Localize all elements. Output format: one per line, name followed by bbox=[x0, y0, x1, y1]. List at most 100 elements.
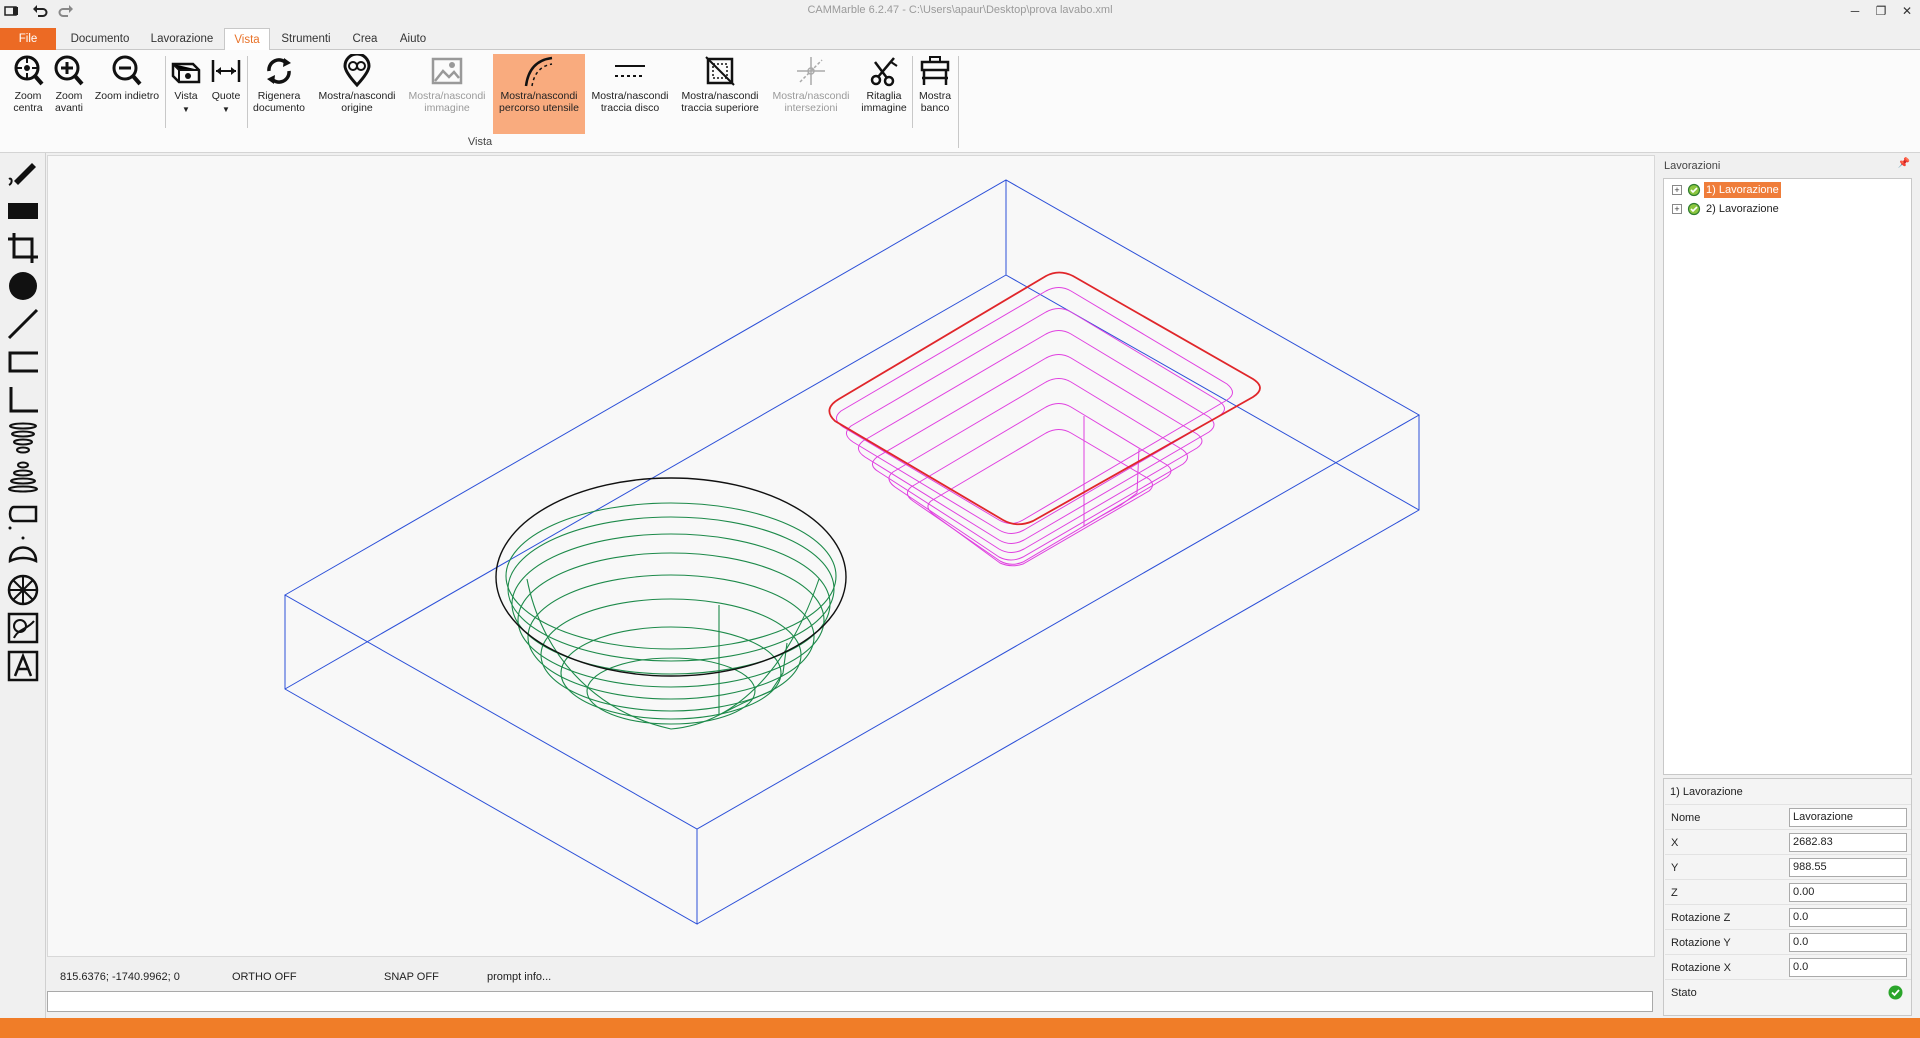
ribbon-tabs: File Documento Lavorazione Vista Strumen… bbox=[0, 28, 1920, 51]
x-field[interactable]: 2682.83 bbox=[1789, 833, 1907, 852]
title-bar: CAMMarble 6.2.47 - C:\Users\apaur\Deskto… bbox=[0, 0, 1920, 22]
property-row-rotazione-z: Rotazione Z 0.0 bbox=[1665, 904, 1911, 929]
snap-toggle[interactable]: SNAP OFF bbox=[384, 971, 439, 983]
property-key: Rotazione Y bbox=[1671, 937, 1731, 949]
y-field[interactable]: 988.55 bbox=[1789, 858, 1907, 877]
rotazione-y-field[interactable]: 0.0 bbox=[1789, 933, 1907, 952]
stacked-profile-tool[interactable] bbox=[6, 459, 40, 493]
radial-pattern-tool[interactable] bbox=[6, 573, 40, 607]
expand-icon[interactable]: + bbox=[1672, 204, 1682, 214]
close-button[interactable]: ✕ bbox=[1898, 2, 1916, 20]
zoom-in-button[interactable]: Zoom avanti bbox=[50, 54, 88, 134]
drawing-canvas[interactable] bbox=[47, 155, 1655, 957]
rotazione-x-field[interactable]: 0.0 bbox=[1789, 958, 1907, 977]
toggle-top-trace-button[interactable]: Mostra/nascondi traccia superiore bbox=[676, 54, 764, 134]
label: immagine bbox=[424, 102, 470, 114]
status-bar: 815.6376; -1740.9962; 0 ORTHO OFF SNAP O… bbox=[47, 966, 1655, 990]
pin-icon[interactable]: 📌 bbox=[1898, 158, 1910, 169]
property-row-nome: Nome Lavorazione bbox=[1665, 804, 1911, 829]
command-prompt-input[interactable] bbox=[47, 991, 1653, 1012]
toggle-origin-button[interactable]: Mostra/nascondi origine bbox=[312, 52, 402, 134]
tab-lavorazione[interactable]: Lavorazione bbox=[144, 28, 220, 50]
rotazione-z-field[interactable]: 0.0 bbox=[1789, 908, 1907, 927]
zoom-in-icon bbox=[52, 54, 86, 88]
label: avanti bbox=[54, 102, 84, 114]
label: Mostra bbox=[918, 90, 952, 102]
label: Vista bbox=[174, 90, 198, 102]
line-tool[interactable] bbox=[6, 307, 40, 341]
separator bbox=[912, 56, 913, 128]
restore-button[interactable]: ❐ bbox=[1872, 2, 1890, 20]
tab-crea[interactable]: Crea bbox=[344, 28, 386, 50]
nome-field[interactable]: Lavorazione bbox=[1789, 808, 1907, 827]
property-row-rotazione-y: Rotazione Y 0.0 bbox=[1665, 929, 1911, 954]
properties-grid: 1) Lavorazione Nome Lavorazione X 2682.8… bbox=[1663, 778, 1912, 1016]
label: Mostra/nascondi bbox=[591, 90, 669, 102]
tree-item-label: 1) Lavorazione bbox=[1704, 182, 1781, 198]
toggle-toolpath-button[interactable]: Mostra/nascondi percorso utensile bbox=[493, 54, 585, 134]
freehand-pen-tool[interactable] bbox=[6, 155, 40, 189]
label: Quote bbox=[211, 90, 241, 102]
tab-documento[interactable]: Documento bbox=[64, 28, 136, 50]
zoom-center-button[interactable]: Zoom centra bbox=[6, 54, 50, 134]
spring-profile-tool[interactable] bbox=[6, 421, 40, 455]
3d-viewport bbox=[283, 179, 1421, 925]
label: Mostra/nascondi bbox=[681, 90, 759, 102]
rectangle-tool[interactable] bbox=[6, 193, 40, 227]
top-trace-icon bbox=[703, 54, 737, 88]
tab-aiuto[interactable]: Aiuto bbox=[392, 28, 434, 50]
label: immagine bbox=[861, 102, 907, 114]
drawing-toolbar bbox=[0, 153, 46, 1018]
expand-icon[interactable]: + bbox=[1672, 185, 1682, 195]
crop-rectangle-tool[interactable] bbox=[6, 231, 40, 265]
ribbon-group-label: Vista bbox=[467, 136, 493, 148]
label: Mostra/nascondi bbox=[408, 90, 486, 102]
dimensions-button[interactable]: Quote ▼ bbox=[208, 54, 244, 134]
bowl-outline bbox=[495, 477, 847, 677]
dropdown-arrow-icon: ▼ bbox=[222, 105, 230, 114]
toggle-intersections-button[interactable]: Mostra/nascondi intersezioni bbox=[766, 54, 856, 134]
text-tool[interactable] bbox=[6, 649, 40, 683]
view-icon bbox=[169, 54, 203, 88]
zoom-out-button[interactable]: Zoom indietro bbox=[90, 54, 164, 134]
toggle-image-button[interactable]: Mostra/nascondi immagine bbox=[402, 54, 492, 134]
regenerate-button[interactable]: Rigenera documento bbox=[250, 54, 308, 134]
image-relief-tool[interactable] bbox=[6, 611, 40, 645]
toggle-disc-trace-button[interactable]: Mostra/nascondi traccia disco bbox=[586, 54, 674, 134]
property-key: Y bbox=[1671, 862, 1679, 874]
tab-file[interactable]: File bbox=[0, 28, 56, 50]
bench-icon bbox=[918, 54, 952, 88]
label: origine bbox=[341, 102, 373, 114]
property-row-stato: Stato bbox=[1665, 979, 1911, 1004]
crop-icon bbox=[867, 54, 901, 88]
show-bench-button[interactable]: Mostra banco bbox=[914, 54, 956, 134]
ortho-toggle[interactable]: ORTHO OFF bbox=[232, 971, 297, 983]
tab-vista[interactable]: Vista bbox=[224, 28, 270, 51]
arch-profile-tool[interactable] bbox=[6, 535, 40, 569]
label: traccia disco bbox=[600, 102, 660, 114]
property-row-x: X 2682.83 bbox=[1665, 829, 1911, 854]
z-field[interactable]: 0.00 bbox=[1789, 883, 1907, 902]
separator bbox=[247, 56, 248, 128]
prompt-info: prompt info... bbox=[487, 971, 552, 983]
label: banco bbox=[920, 102, 950, 114]
bottom-accent-bar bbox=[0, 1018, 1920, 1038]
label: documento bbox=[253, 102, 305, 114]
circle-tool[interactable] bbox=[6, 269, 40, 303]
cursor-coordinates: 815.6376; -1740.9962; 0 bbox=[60, 971, 180, 983]
disc-trace-icon bbox=[613, 54, 647, 88]
toolpath-icon bbox=[522, 54, 556, 88]
tree-item-label: 2) Lavorazione bbox=[1706, 203, 1779, 215]
slab-profile-tool[interactable] bbox=[6, 497, 40, 531]
view-button[interactable]: Vista ▼ bbox=[168, 54, 204, 134]
crop-image-button[interactable]: Ritaglia immagine bbox=[858, 54, 910, 134]
tab-strumenti[interactable]: Strumenti bbox=[276, 28, 336, 50]
property-key: Nome bbox=[1671, 812, 1701, 824]
open-rectangle-tool[interactable] bbox=[6, 345, 40, 379]
label: Mostra/nascondi bbox=[318, 90, 396, 102]
label: percorso utensile bbox=[499, 102, 579, 114]
lavorazioni-panel: Lavorazioni 📌 + 1) Lavorazione + 2) Lavo… bbox=[1660, 153, 1920, 1018]
minimize-button[interactable]: ─ bbox=[1846, 2, 1864, 20]
regenerate-icon bbox=[262, 54, 296, 88]
corner-line-tool[interactable] bbox=[6, 383, 40, 417]
